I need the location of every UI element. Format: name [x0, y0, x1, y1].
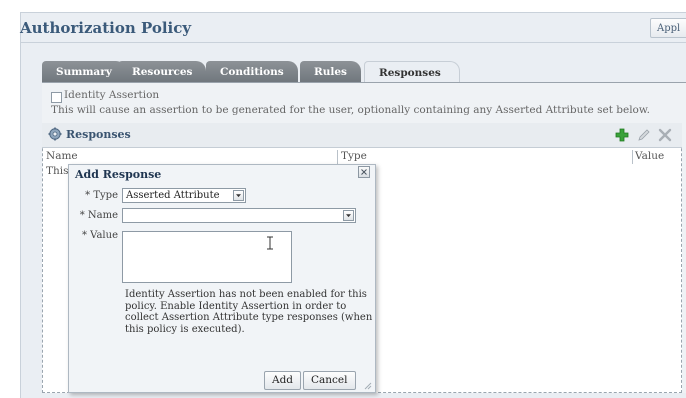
- column-header-value[interactable]: Value: [635, 150, 664, 162]
- cancel-button[interactable]: Cancel: [303, 371, 356, 390]
- type-select[interactable]: Asserted Attribute: [122, 188, 246, 203]
- name-label: * Name: [79, 210, 118, 221]
- identity-assertion-checkbox[interactable]: [51, 92, 62, 103]
- apply-button[interactable]: Appl: [650, 18, 686, 38]
- column-header-name[interactable]: Name: [46, 150, 78, 162]
- add-icon[interactable]: [614, 127, 630, 143]
- responses-title: Responses: [66, 128, 131, 141]
- tab-conditions[interactable]: Conditions: [206, 61, 298, 83]
- dialog-title: Add Response: [75, 168, 162, 181]
- resize-grip-icon[interactable]: [362, 380, 372, 390]
- tab-underline: [42, 82, 686, 83]
- delete-icon[interactable]: [657, 127, 673, 143]
- column-divider: [337, 150, 338, 164]
- type-select-value: Asserted Attribute: [126, 190, 220, 201]
- table-row-text: This: [46, 165, 69, 177]
- responses-header: [42, 123, 682, 148]
- column-divider: [632, 150, 633, 164]
- page-title: Authorization Policy: [20, 19, 192, 37]
- tab-summary[interactable]: Summary: [42, 61, 126, 83]
- identity-assertion-label: Identity Assertion: [64, 89, 160, 101]
- top-strip: [0, 0, 686, 12]
- column-header-type[interactable]: Type: [341, 150, 367, 162]
- text-cursor-icon: [267, 236, 273, 250]
- chevron-down-icon: [343, 210, 354, 221]
- name-select[interactable]: [122, 208, 356, 223]
- add-button[interactable]: Add: [264, 371, 302, 390]
- tab-responses[interactable]: Responses: [364, 61, 460, 83]
- edit-icon[interactable]: [636, 127, 652, 143]
- title-divider: [20, 42, 686, 43]
- close-icon[interactable]: [358, 166, 370, 178]
- tab-resources[interactable]: Resources: [118, 61, 207, 83]
- identity-assertion-description: This will cause an assertion to be gener…: [51, 104, 650, 116]
- value-label: * Value: [81, 230, 118, 241]
- chevron-down-icon: [233, 190, 244, 201]
- identity-assertion-info: Identity Assertion has not been enabled …: [125, 289, 373, 335]
- gear-icon: [48, 127, 62, 141]
- tab-rules[interactable]: Rules: [300, 61, 361, 83]
- type-label: * Type: [85, 190, 118, 201]
